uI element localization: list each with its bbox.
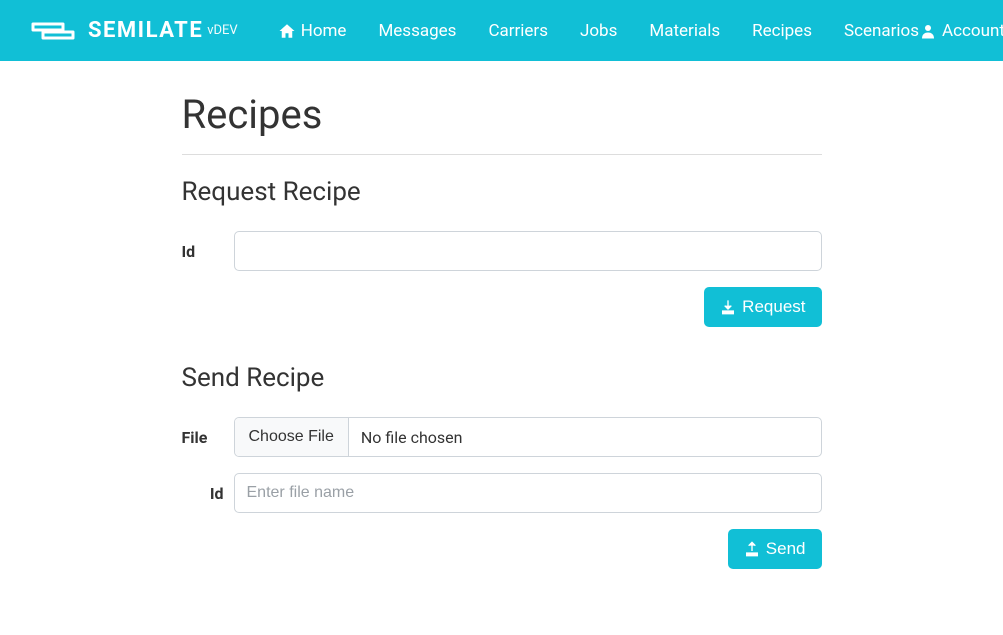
send-id-input[interactable] (234, 473, 822, 513)
send-button[interactable]: Send (728, 529, 822, 569)
send-btn-row: Send (182, 529, 822, 569)
nav-carriers[interactable]: Carriers (488, 21, 548, 41)
file-name-display: No file chosen (349, 428, 475, 447)
user-icon (919, 22, 937, 40)
nav-account[interactable]: Account (919, 21, 1003, 41)
send-section: Send Recipe File Choose File No file cho… (182, 363, 822, 569)
file-input[interactable]: Choose File No file chosen (234, 417, 822, 457)
home-icon (278, 22, 296, 40)
choose-file-button[interactable]: Choose File (235, 418, 349, 456)
nav-recipes[interactable]: Recipes (752, 21, 812, 41)
request-title: Request Recipe (182, 177, 822, 207)
divider (182, 154, 822, 155)
nav-home[interactable]: Home (278, 21, 347, 41)
nav-jobs[interactable]: Jobs (580, 21, 617, 41)
nav-materials[interactable]: Materials (649, 21, 720, 41)
upload-icon (744, 541, 760, 557)
brand[interactable]: SEMILATE vDEV (28, 16, 238, 46)
send-file-label: File (182, 428, 234, 447)
send-file-row: File Choose File No file chosen (182, 417, 822, 457)
brand-version: vDEV (207, 23, 238, 38)
request-section: Request Recipe Id Request (182, 177, 822, 327)
nav-items: Home Messages Carriers Jobs Materials Re… (278, 21, 919, 41)
request-button[interactable]: Request (704, 287, 821, 327)
main-container: Recipes Request Recipe Id Request Send R… (182, 61, 822, 635)
brand-name: SEMILATE (88, 18, 203, 43)
request-button-label: Request (742, 297, 805, 317)
send-button-label: Send (766, 539, 806, 559)
request-btn-row: Request (182, 287, 822, 327)
nav-account-label: Account (942, 21, 1003, 41)
send-id-row: Id (182, 473, 822, 513)
nav-home-label: Home (301, 21, 347, 41)
nav-messages[interactable]: Messages (378, 21, 456, 41)
navbar: SEMILATE vDEV Home Messages Carriers Job… (0, 0, 1003, 61)
brand-logo-icon (28, 16, 78, 46)
send-title: Send Recipe (182, 363, 822, 393)
nav-scenarios[interactable]: Scenarios (844, 21, 919, 41)
download-icon (720, 299, 736, 315)
page-title: Recipes (182, 91, 822, 138)
request-id-row: Id (182, 231, 822, 271)
send-id-label: Id (182, 484, 234, 503)
request-id-label: Id (182, 242, 234, 261)
request-id-input[interactable] (234, 231, 822, 271)
